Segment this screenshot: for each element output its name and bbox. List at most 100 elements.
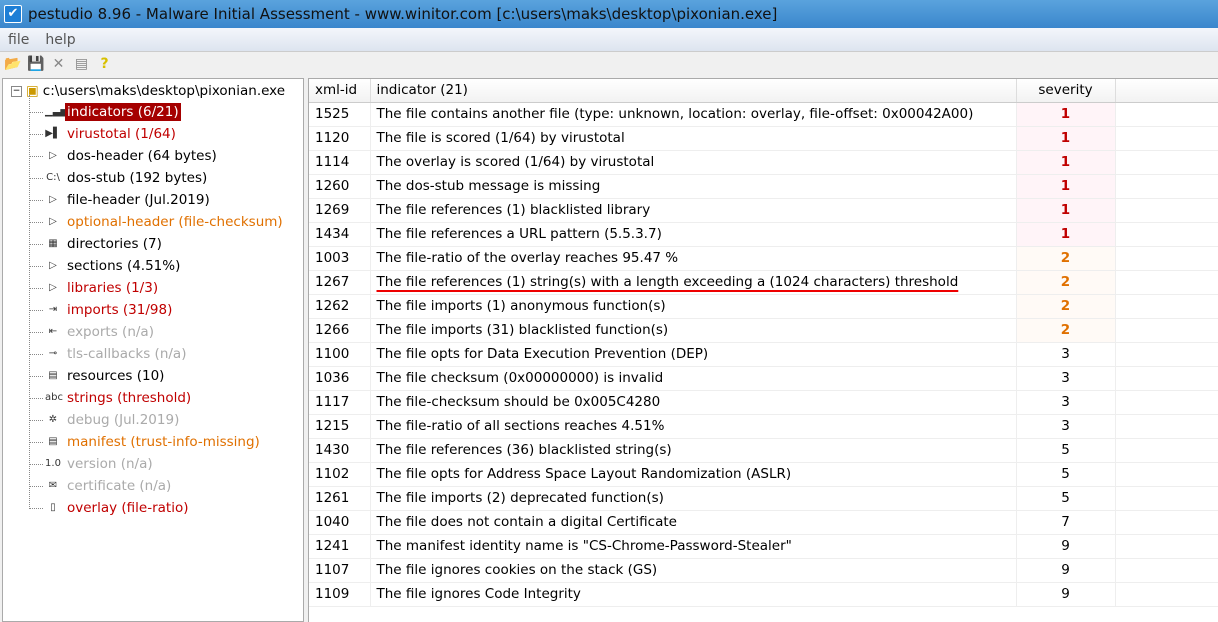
help-icon[interactable]: ? [96, 56, 113, 72]
xml-id-cell: 1266 [309, 318, 371, 343]
tree-item[interactable]: ⇤ exports (n/a) [29, 321, 156, 343]
save-icon[interactable]: 💾 [27, 56, 44, 72]
severity-cell: 9 [1016, 558, 1116, 583]
indicator-cell: The dos-stub message is missing [370, 174, 1017, 199]
tree-item-icon: ▶▌ [45, 128, 61, 139]
table-row[interactable]: 1120 The file is scored (1/64) by virusto… [309, 126, 1218, 151]
empty-cell [1115, 102, 1218, 127]
col-xml-id[interactable]: xml-id [309, 79, 371, 103]
tree-item[interactable]: ▷ file-header (Jul.2019) [29, 189, 212, 211]
xml-id-cell: 1434 [309, 222, 371, 247]
indicator-text: The dos-stub message is missing [376, 178, 601, 194]
indicator-text: The file ignores cookies on the stack (G… [376, 562, 658, 578]
tree-item[interactable]: ▦ directories (7) [29, 233, 164, 255]
table-row[interactable]: 1269 The file references (1) blacklisted … [309, 198, 1218, 223]
tree-item[interactable]: ▶▌ virustotal (1/64) [29, 123, 178, 145]
indicator-text: The file checksum (0x00000000) is invali… [376, 370, 664, 386]
col-severity[interactable]: severity [1016, 79, 1116, 103]
table-row[interactable]: 1241 The manifest identity name is "CS-Ch… [309, 534, 1218, 559]
tree-item[interactable]: ▤ manifest (trust-info-missing) [29, 431, 262, 453]
indicator-text: The file imports (31) blacklisted functi… [376, 322, 669, 338]
table-row[interactable]: 1100 The file opts for Data Execution Pre… [309, 342, 1218, 367]
tree-item[interactable]: ▁▃▅ indicators (6/21) [29, 101, 181, 123]
severity-cell: 1 [1016, 102, 1116, 127]
table-row[interactable]: 1003 The file-ratio of the overlay reache… [309, 246, 1218, 271]
indicator-cell: The file imports (31) blacklisted functi… [370, 318, 1017, 343]
tree-item-icon: ▷ [49, 194, 57, 205]
table-row[interactable]: 1434 The file references a URL pattern (5… [309, 222, 1218, 247]
table-row[interactable]: 1261 The file imports (2) deprecated func… [309, 486, 1218, 511]
tree-item-icon: ▷ [49, 282, 57, 293]
table-row[interactable]: 1215 The file-ratio of all sections reach… [309, 414, 1218, 439]
tree-item-icon: abc [45, 392, 63, 403]
table-row[interactable]: 1525 The file contains another file (type… [309, 102, 1218, 127]
indicators-table-pane: xml-id indicator (21) severity 1525 The f… [308, 78, 1218, 622]
window-title: pestudio 8.96 - Malware Initial Assessme… [28, 5, 778, 23]
tree-item[interactable]: 1.0 version (n/a) [29, 453, 155, 475]
tree-item[interactable]: ✲ debug (Jul.2019) [29, 409, 181, 431]
table-row[interactable]: 1102 The file opts for Address Space Layo… [309, 462, 1218, 487]
empty-cell [1115, 222, 1218, 247]
tree-item-label: resources (10) [67, 368, 165, 384]
table-row[interactable]: 1267 The file references (1) string(s) wi… [309, 270, 1218, 295]
root-path: c:\users\maks\desktop\pixonian.exe [42, 83, 286, 99]
table-row[interactable]: 1114 The overlay is scored (1/64) by viru… [309, 150, 1218, 175]
tree-item[interactable]: ▤ resources (10) [29, 365, 166, 387]
tree-item-label: imports (31/98) [67, 302, 173, 318]
col-indicator[interactable]: indicator (21) [370, 79, 1017, 103]
indicator-cell: The file opts for Data Execution Prevent… [370, 342, 1017, 367]
table-row[interactable]: 1109 The file ignores Code Integrity 9 [309, 582, 1218, 607]
table-row[interactable]: 1117 The file-checksum should be 0x005C42… [309, 390, 1218, 415]
indicator-text: The file references (36) blacklisted str… [376, 442, 672, 458]
menu-file[interactable]: file [0, 32, 37, 48]
indicator-text: The file ignores Code Integrity [376, 586, 581, 602]
tree-item[interactable]: abc strings (threshold) [29, 387, 193, 409]
table-row[interactable]: 1260 The dos-stub message is missing 1 [309, 174, 1218, 199]
menu-help[interactable]: help [37, 32, 83, 48]
tree-item[interactable]: ⇥ imports (31/98) [29, 299, 174, 321]
clipboard-icon[interactable]: ▤ [73, 56, 90, 72]
tree-item[interactable]: ▷ libraries (1/3) [29, 277, 160, 299]
table-row[interactable]: 1262 The file imports (1) anonymous funct… [309, 294, 1218, 319]
collapse-icon[interactable]: − [11, 85, 22, 97]
open-icon[interactable]: 📂 [4, 56, 21, 72]
empty-cell [1115, 198, 1218, 223]
indicator-text: The file references (1) blacklisted libr… [376, 202, 651, 218]
table-row[interactable]: 1036 The file checksum (0x00000000) is in… [309, 366, 1218, 391]
tree-item[interactable]: ⊸ tls-callbacks (n/a) [29, 343, 188, 365]
indicator-cell: The file-ratio of all sections reaches 4… [370, 414, 1017, 439]
tree-item[interactable]: ▷ dos-header (64 bytes) [29, 145, 219, 167]
tree-item-icon: ✲ [48, 414, 58, 425]
tree-item-icon: ▁▃▅ [45, 106, 69, 117]
xml-id-cell: 1107 [309, 558, 371, 583]
table-row[interactable]: 1107 The file ignores cookies on the stac… [309, 558, 1218, 583]
tree-item-label: virustotal (1/64) [67, 126, 176, 142]
tree-item[interactable]: ▷ optional-header (file-checksum) [29, 211, 285, 233]
severity-cell: 2 [1016, 294, 1116, 319]
tree-item-label: optional-header (file-checksum) [67, 214, 283, 230]
xml-id-cell: 1114 [309, 150, 371, 175]
indicator-cell: The file-ratio of the overlay reaches 95… [370, 246, 1017, 271]
tree-item[interactable]: ✉ certificate (n/a) [29, 475, 173, 497]
xml-id-cell: 1260 [309, 174, 371, 199]
table-row[interactable]: 1040 The file does not contain a digital … [309, 510, 1218, 535]
indicators-table: xml-id indicator (21) severity 1525 The f… [309, 79, 1218, 607]
xml-id-cell: 1102 [309, 462, 371, 487]
tree-item-icon: 1.0 [45, 458, 61, 469]
tree-item-icon: ▯ [50, 502, 56, 513]
tree-item[interactable]: C:\ dos-stub (192 bytes) [29, 167, 209, 189]
tree-root[interactable]: − ▣ c:\users\maks\desktop\pixonian.exe [11, 81, 285, 101]
severity-cell: 9 [1016, 534, 1116, 559]
tree-item[interactable]: ▯ overlay (file-ratio) [29, 497, 191, 519]
tree-item-icon: ▦ [48, 238, 58, 249]
tree-item[interactable]: ▷ sections (4.51%) [29, 255, 182, 277]
close-icon[interactable]: ✕ [50, 56, 67, 72]
table-row[interactable]: 1430 The file references (36) blacklisted… [309, 438, 1218, 463]
tree-item-icon: ▷ [49, 260, 57, 271]
xml-id-cell: 1036 [309, 366, 371, 391]
tree-item-icon: ⇥ [48, 304, 58, 315]
severity-cell: 5 [1016, 438, 1116, 463]
empty-cell [1115, 270, 1218, 295]
tree-connector [29, 155, 43, 157]
table-row[interactable]: 1266 The file imports (31) blacklisted fu… [309, 318, 1218, 343]
